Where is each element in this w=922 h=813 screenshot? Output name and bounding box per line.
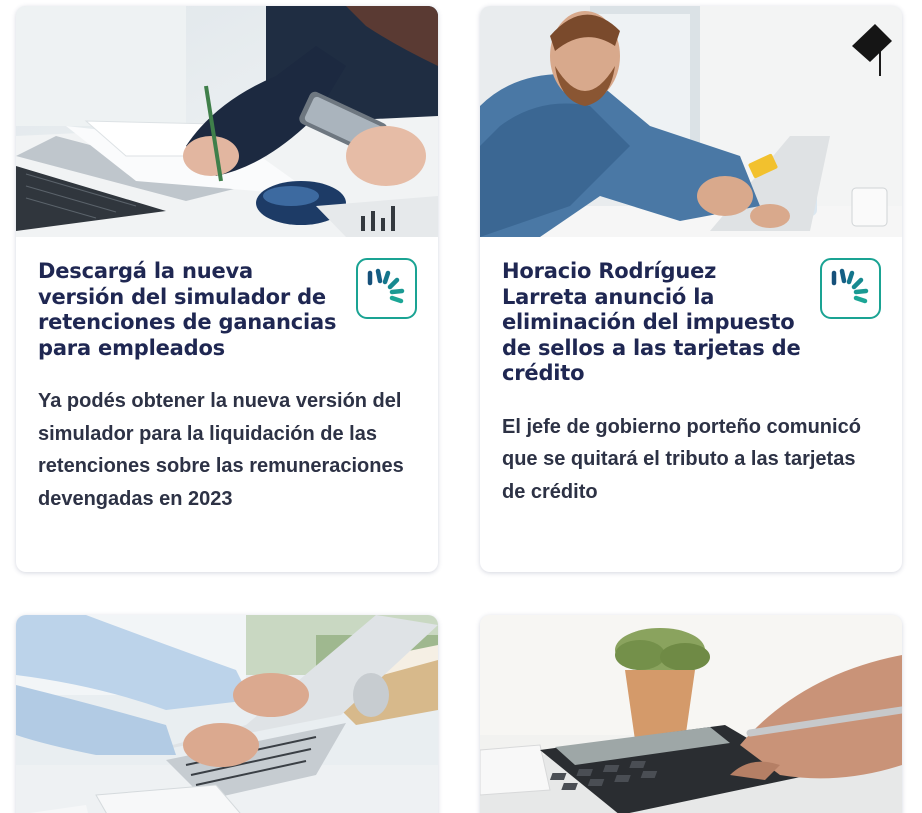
news-card-title[interactable]: Horacio Rodríguez Larreta anunció la eli… (502, 259, 802, 387)
news-card[interactable] (480, 615, 902, 813)
news-card-body: Descargá la nueva versión del simulador … (16, 237, 438, 515)
news-card-image[interactable] (16, 615, 438, 813)
news-card-summary: El jefe de gobierno porteño comunicó que… (502, 415, 861, 503)
loading-spinner-icon (367, 268, 405, 304)
news-card-image[interactable] (480, 615, 902, 813)
news-card-image[interactable] (16, 6, 438, 237)
news-card[interactable]: Descargá la nueva versión del simulador … (16, 6, 438, 572)
news-card-body: Horacio Rodríguez Larreta anunció la eli… (480, 237, 902, 508)
brand-badge (820, 258, 881, 319)
news-card-title[interactable]: Descargá la nueva versión del simulador … (38, 259, 338, 361)
news-card[interactable]: Horacio Rodríguez Larreta anunció la eli… (480, 6, 902, 572)
news-card-image[interactable] (480, 6, 902, 237)
brand-badge (356, 258, 417, 319)
news-card-summary: Ya podés obtener la nueva versión del si… (38, 390, 404, 510)
news-card[interactable] (16, 615, 438, 813)
loading-spinner-icon (831, 268, 869, 304)
